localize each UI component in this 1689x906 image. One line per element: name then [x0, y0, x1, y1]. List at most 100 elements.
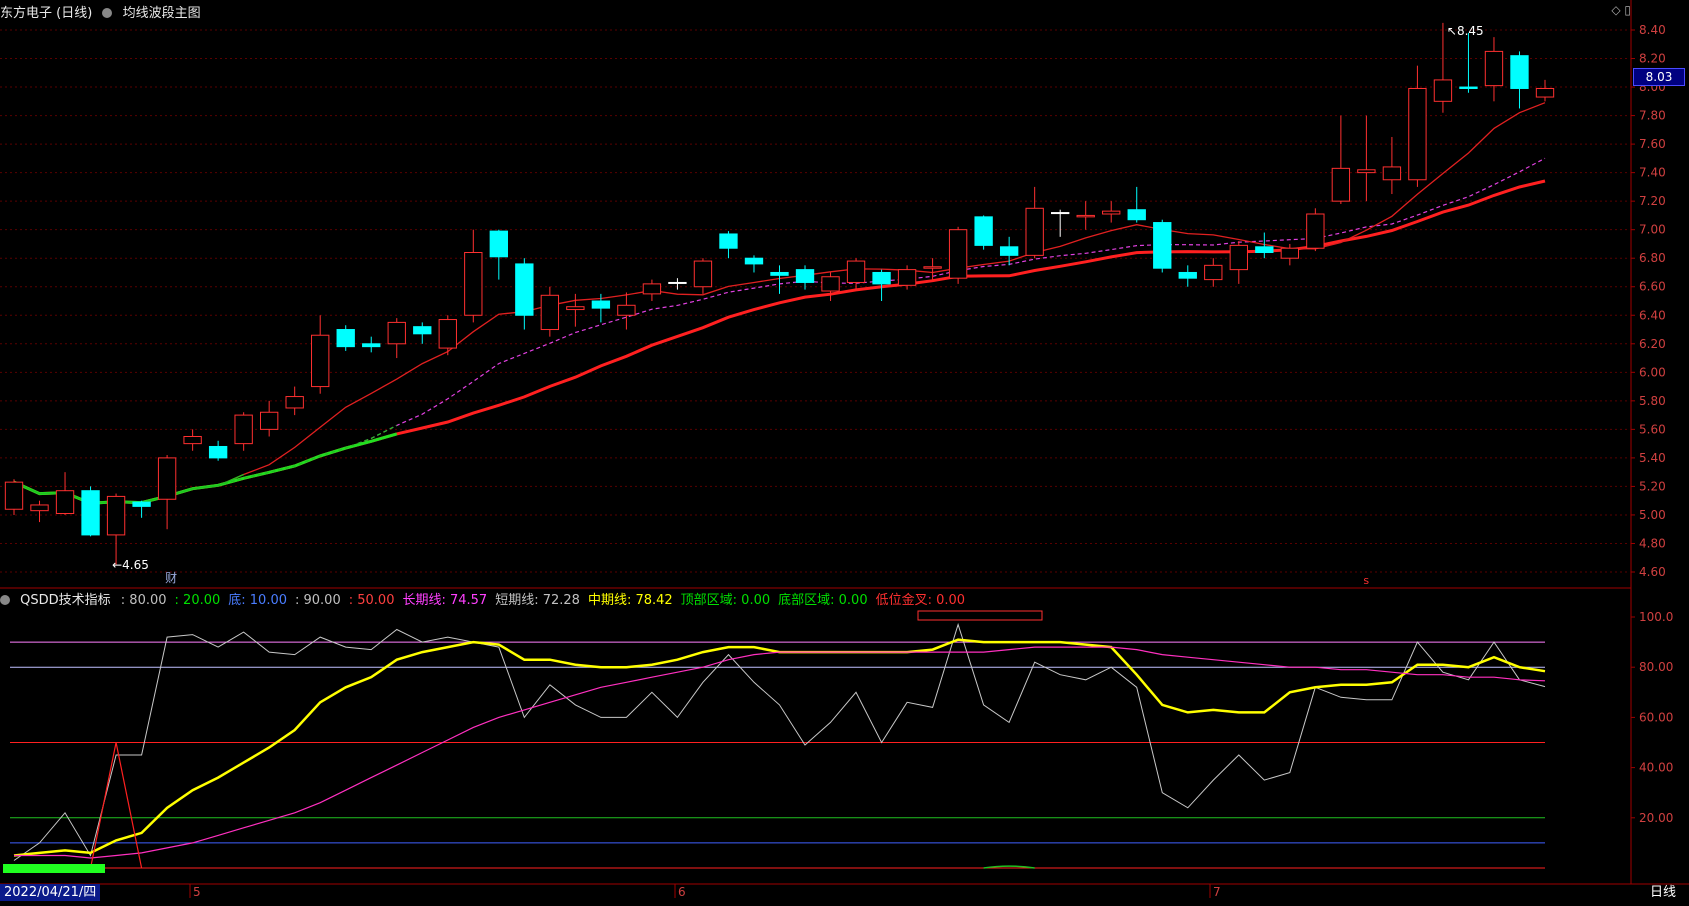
candle-body: [923, 266, 942, 269]
candle-body: [1535, 87, 1555, 98]
candle-body: [1102, 210, 1121, 215]
maximize-icon[interactable]: ▯: [1624, 3, 1631, 17]
chart-name[interactable]: 均线波段主图: [123, 6, 201, 21]
candle-body: [1051, 212, 1070, 215]
candle-body: [897, 269, 917, 286]
indicator-name[interactable]: QSDD技术指标: [20, 593, 111, 608]
main-chart-header: 东方电子 (日线) 均线波段主图: [0, 2, 207, 21]
candle-body: [1306, 213, 1325, 249]
price-tick-label: 5.00: [1639, 508, 1666, 522]
candle-body: [1382, 166, 1402, 181]
candle-body: [1484, 50, 1504, 87]
candle-body: [693, 260, 713, 288]
candle-body: [744, 257, 764, 265]
candle-body: [770, 271, 789, 276]
candle-body: [1229, 244, 1248, 271]
candle-body: [387, 321, 406, 345]
indicator-series-中期线: [13, 638, 1546, 857]
indicator-param-1: : 20.00: [174, 593, 221, 608]
candle-body: [872, 271, 891, 285]
candle-body: [132, 501, 151, 507]
price-tick-label: 7.40: [1639, 166, 1666, 180]
month-label: 7: [1213, 885, 1221, 899]
period-label[interactable]: 日线: [1637, 884, 1689, 901]
candle-body: [1331, 167, 1351, 202]
candle-body: [1433, 79, 1453, 102]
bottom-zone-bar: [3, 864, 105, 873]
candle-body: [566, 306, 585, 311]
candle-body: [4, 481, 24, 510]
candle-body: [1153, 222, 1172, 269]
candle-body: [591, 300, 611, 309]
window-controls: ◇ ▯: [1611, 3, 1631, 17]
candle-body: [719, 233, 738, 249]
indicator-param-4: : 50.00: [348, 593, 395, 608]
candle-body: [259, 411, 279, 430]
price-tick-label: 7.00: [1639, 223, 1666, 237]
candle-body: [413, 326, 432, 335]
price-tick-label: 5.20: [1639, 479, 1666, 493]
max-price-label: ↖8.45: [1447, 24, 1484, 38]
indicator-series-长期线: [14, 646, 1546, 859]
indicator-param-8: 顶部区域: 0.00: [680, 593, 771, 608]
price-tick-label: 5.60: [1639, 422, 1666, 436]
price-tick-label: 5.40: [1639, 451, 1666, 465]
month-label: 6: [678, 885, 686, 899]
indicator-param-2: 底: 10.00: [228, 593, 287, 608]
min-price-label: ←4.65: [112, 558, 149, 572]
indicator-param-10: 低位金叉: 0.00: [875, 593, 966, 608]
candle-body: [157, 457, 177, 500]
candle-body: [464, 252, 483, 316]
indicator-tick-label: 60.00: [1639, 710, 1673, 724]
price-tick-label: 8.20: [1639, 52, 1666, 66]
indicator-params: : 80.00 : 20.00 底: 10.00 : 90.00 : 50.00 长期线:…: [121, 593, 973, 608]
candle-body: [55, 490, 75, 515]
candle-body: [1127, 209, 1146, 221]
candle-body: [821, 276, 840, 292]
price-tick-label: 6.80: [1639, 251, 1666, 265]
price-tick-label: 7.80: [1639, 109, 1666, 123]
candle-body: [81, 490, 100, 536]
candle-body: [208, 445, 228, 459]
indicator-param-0: : 80.00: [120, 593, 167, 608]
indicator-tick-label: 20.00: [1639, 811, 1673, 825]
indicator-param-3: : 90.00: [295, 593, 341, 608]
candle-body: [540, 294, 560, 331]
indicator-tick-label: 100.0: [1639, 610, 1673, 624]
candle-body: [106, 495, 126, 536]
candle-body: [1255, 246, 1274, 254]
ma-short-green-segment: [13, 473, 244, 504]
indicator-param-7: 中期线: 78.42: [587, 593, 673, 608]
price-tick-label: 6.60: [1639, 280, 1666, 294]
gear-icon[interactable]: [0, 595, 10, 605]
chart-canvas[interactable]: 8.408.208.007.807.607.407.207.006.806.60…: [0, 0, 1689, 902]
candle-body: [1025, 207, 1044, 256]
candle-body: [1357, 169, 1376, 174]
diamond-icon[interactable]: ◇: [1611, 3, 1620, 17]
price-tick-label: 6.20: [1639, 337, 1666, 351]
candle-body: [1076, 214, 1095, 218]
price-tick-label: 8.40: [1639, 23, 1666, 37]
candle-body: [617, 304, 636, 316]
stock-chart-window[interactable]: 8.40 8.20 8.00 7.80 7.60 7.40 7.20 7.00 6.80 6.60…: [0, 0, 1689, 902]
candle-body: [1510, 55, 1529, 89]
indicator-tick-label: 80.00: [1639, 660, 1673, 674]
finance-marker: 财: [165, 571, 177, 585]
indicator-param-5: 长期线: 74.57: [402, 593, 488, 608]
gear-icon[interactable]: [102, 8, 113, 18]
price-tick-label: 6.40: [1639, 308, 1666, 322]
candle-body: [336, 329, 355, 348]
indicator-header: QSDD技术指标 : 80.00: 20.00 底: 10.00: 90.00: …: [0, 589, 979, 608]
candle-body: [438, 319, 457, 349]
month-label: 5: [193, 885, 201, 899]
candle-body: [642, 283, 662, 295]
indicator-param-6: 短期线: 72.28: [495, 593, 580, 608]
candle-body: [362, 343, 381, 348]
current-price-badge: 8.03: [1633, 68, 1685, 86]
signal-marker: s: [1363, 574, 1369, 587]
candle-body: [1459, 86, 1478, 89]
stock-title[interactable]: 东方电子 (日线): [0, 6, 92, 21]
price-tick-label: 4.60: [1639, 565, 1666, 579]
candle-body: [846, 260, 866, 283]
top-zone-box: [917, 610, 1043, 621]
